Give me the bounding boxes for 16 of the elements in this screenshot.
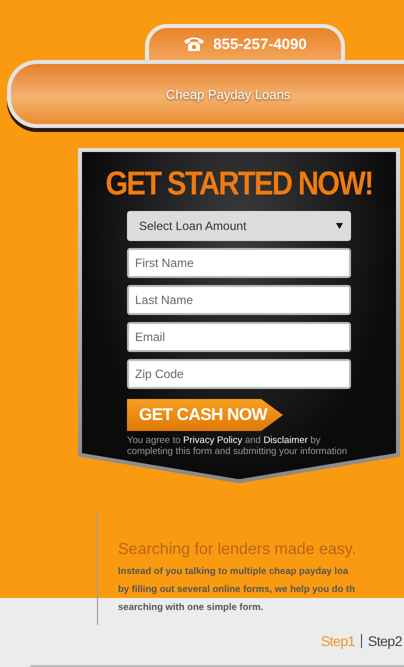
caret-icon: [336, 223, 343, 229]
privacy-policy-link[interactable]: Privacy Policy: [183, 435, 242, 446]
info-heading: Searching for lenders made easy.: [118, 541, 358, 560]
input-field[interactable]: Zip Code: [127, 359, 351, 389]
phone-number: 855-257-4090: [213, 36, 307, 52]
input-field[interactable]: First Name: [127, 248, 351, 278]
input-field[interactable]: Last Name: [127, 285, 351, 315]
agreement-text: You agree to Privacy Policy and Disclaimer by completing this form and submitting your information: [127, 435, 348, 458]
form-heading: GET STARTED NOW!: [105, 166, 373, 204]
input-field[interactable]: Email: [127, 322, 351, 352]
step-tab[interactable]: Step2: [368, 633, 402, 649]
phone-icon: [183, 36, 206, 52]
disclaimer-link[interactable]: Disclaimer: [263, 435, 308, 446]
site-title: Cheap Payday Loans: [166, 86, 290, 102]
loan-amount-select[interactable]: Select Loan Amount: [127, 211, 351, 241]
info-text: Instead of you talking to multiple cheap payday loa by filling out several online forms, we help you do th searching with one simple form.: [118, 565, 356, 616]
